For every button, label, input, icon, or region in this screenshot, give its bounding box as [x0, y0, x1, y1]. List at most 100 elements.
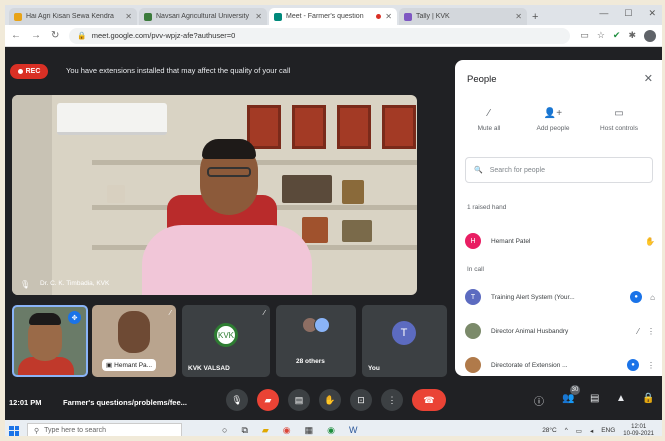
browser-tab[interactable]: Hai Agri Kisan Sewa Kendra ✕ [9, 8, 137, 25]
award-image [342, 180, 364, 204]
address-bar: ← → ↻ 🔒 meet.google.com/pvv-wpjz-afe?aut… [5, 25, 662, 47]
extensions-area: ▭ ☆ ✔ ✱ [580, 29, 656, 42]
participant-name: Hemant Pa... [114, 361, 153, 369]
raise-hand-icon[interactable]: ✋ [645, 237, 655, 246]
participant-row[interactable]: H Hemant Patel ✋ [465, 230, 655, 252]
participant-count-badge: 30 [570, 385, 580, 395]
award-image [282, 175, 332, 203]
forward-arrow-icon[interactable]: → [31, 30, 41, 41]
plus-icon[interactable]: + [532, 11, 538, 23]
lock-icon[interactable]: ⌂ [650, 293, 655, 302]
browser-tab[interactable]: Navsari Agricultural University ✕ [139, 8, 267, 25]
monitor-icon: ▣ [106, 362, 113, 369]
tab-close-icon[interactable]: ✕ [125, 12, 132, 21]
in-call-header: In call [467, 266, 484, 273]
present-button[interactable]: ⊡ [350, 389, 372, 411]
action-label: Add people [536, 125, 570, 132]
chrome-icon[interactable]: ◉ [327, 425, 335, 436]
taskbar-clock[interactable]: 12:01 10-09-2021 [623, 424, 654, 437]
more-icon[interactable]: ⋮ [647, 361, 655, 370]
tab-close-icon[interactable]: ✕ [255, 12, 262, 21]
chat-icon[interactable]: ▤ [590, 393, 599, 404]
minimize-icon[interactable]: — [599, 8, 608, 19]
air-conditioner-image [57, 103, 167, 135]
url-text: meet.google.com/pvv-wpjz-afe?authuser=0 [91, 31, 236, 40]
extension-check-icon[interactable]: ✔ [613, 30, 621, 41]
close-icon[interactable]: ✕ [648, 8, 656, 19]
chevron-up-icon[interactable]: ^ [565, 427, 568, 434]
windows-start-icon[interactable] [9, 425, 19, 436]
speaker-shirt [142, 225, 312, 295]
participant-tile[interactable]: KVK ⁄ KVK VALSAD [182, 305, 270, 377]
system-tray: 28°C ^ ▭ ◂ ENG 12:01 10-09-2021 [542, 424, 662, 437]
maximize-icon[interactable]: ☐ [624, 8, 632, 19]
file-explorer-icon[interactable]: ▰ [262, 425, 269, 436]
award-image [107, 185, 125, 203]
glasses-icon [207, 167, 251, 177]
tab-label: Navsari Agricultural University [156, 13, 249, 20]
mute-all-button[interactable]: ⁄ Mute all [459, 108, 519, 132]
more-options-button[interactable]: ⋮ [381, 389, 403, 411]
pin-icon[interactable]: ● [630, 291, 643, 303]
word-icon[interactable]: W [349, 425, 358, 436]
puzzle-icon[interactable]: ✱ [628, 30, 636, 41]
cortana-icon[interactable]: ○ [222, 425, 227, 436]
chrome-icon[interactable]: ◉ [283, 425, 291, 436]
participant-tile-self[interactable]: T You [362, 305, 447, 377]
store-icon[interactable]: ▦ [305, 425, 314, 436]
activities-icon[interactable]: ▲ [616, 393, 626, 404]
task-view-icon[interactable]: ⧉ [241, 425, 247, 436]
taskbar-search-input[interactable]: ⚲ Type here to search [27, 423, 182, 438]
clock-date: 10-09-2021 [623, 430, 654, 437]
star-icon[interactable]: ☆ [597, 30, 605, 41]
windows-taskbar: ⚲ Type here to search ○ ⧉ ▰ ◉ ▦ ◉ W 28°C… [5, 420, 662, 441]
tab-close-icon[interactable]: ✕ [515, 12, 522, 21]
participant-tile-others[interactable]: 28 others [276, 305, 356, 377]
participant-name: Directorate of Extension ... [491, 361, 568, 369]
lock-icon: 🔒 [77, 31, 87, 40]
award-image [302, 217, 328, 243]
camera-button[interactable]: ▰ [257, 389, 279, 411]
more-icon[interactable]: ⋮ [647, 327, 655, 336]
mic-off-icon[interactable]: ⁄ [638, 327, 639, 336]
self-avatar: T [392, 321, 416, 345]
tab-close-icon[interactable]: ✕ [385, 12, 392, 21]
url-field[interactable]: 🔒 meet.google.com/pvv-wpjz-afe?authuser=… [69, 27, 571, 44]
participant-row[interactable]: T Training Alert System (Your... ● ⌂ [465, 286, 655, 308]
back-arrow-icon[interactable]: ← [11, 30, 21, 41]
raise-hand-icon: ✋ [324, 394, 336, 405]
search-people-input[interactable]: 🔍 Search for people [465, 157, 653, 183]
captions-icon: ▤ [294, 394, 304, 405]
search-placeholder: Search for people [489, 166, 545, 174]
camera-icon[interactable]: ▭ [580, 30, 589, 41]
participant-row[interactable]: Director Animal Husbandry ⁄ ⋮ [465, 320, 655, 342]
host-lock-icon[interactable]: 🔒 [642, 393, 654, 404]
volume-icon[interactable]: ◂ [590, 427, 593, 435]
info-icon[interactable]: ⓘ [534, 393, 544, 408]
search-icon: ⚲ [34, 427, 40, 435]
main-speaker-video[interactable]: 🎙 Dr. C. K. Timbadia, KVK [12, 95, 417, 295]
raise-hand-button[interactable]: ✋ [319, 389, 341, 411]
host-controls-button[interactable]: ▭ Host controls [589, 108, 649, 132]
participant-name: KVK VALSAD [188, 365, 230, 372]
language-text[interactable]: ENG [601, 427, 615, 434]
browser-tab[interactable]: Tally | KVK ✕ [399, 8, 527, 25]
add-people-button[interactable]: 👤+ Add people [523, 108, 583, 132]
participant-tile[interactable]: ✥ [12, 305, 88, 377]
avatar: T [465, 289, 481, 305]
profile-avatar[interactable] [644, 29, 656, 42]
pin-icon[interactable]: ✥ [68, 311, 81, 324]
browser-tab-active[interactable]: Meet - Farmer's question ✕ [269, 8, 397, 25]
close-icon[interactable]: ✕ [644, 72, 653, 85]
extension-warning: You have extensions installed that may a… [66, 66, 291, 75]
avatar [465, 323, 481, 339]
recording-badge: REC [10, 64, 48, 79]
end-call-button[interactable]: ☎ [412, 389, 446, 411]
pin-icon[interactable]: ● [627, 359, 639, 371]
participant-tile[interactable]: ⁄ ▣ Hemant Pa... [92, 305, 176, 377]
participant-row[interactable]: Directorate of Extension ... ● ⋮ [465, 354, 655, 376]
reload-icon[interactable]: ↻ [51, 30, 59, 41]
captions-button[interactable]: ▤ [288, 389, 310, 411]
mic-button[interactable]: 🎙 [226, 389, 248, 411]
network-icon[interactable]: ▭ [576, 427, 582, 435]
